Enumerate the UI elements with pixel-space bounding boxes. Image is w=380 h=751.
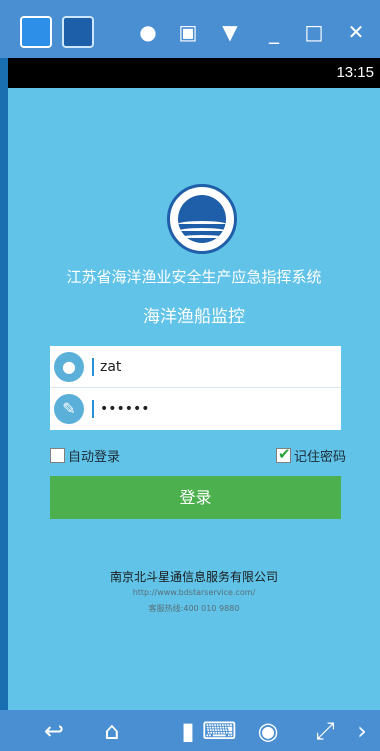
remember-password-label: 记住密码 bbox=[294, 450, 347, 465]
boat-app-icon[interactable] bbox=[62, 16, 94, 48]
emulator-nav-bar: ↩ ⌂ ▮ ⌨ ◉ ⤢ › bbox=[0, 710, 380, 751]
username-field: ● bbox=[50, 346, 341, 388]
eye-icon[interactable]: ◉ bbox=[252, 718, 284, 744]
check-icon: ✔ bbox=[278, 445, 291, 463]
download-icon[interactable]: ▼ bbox=[218, 20, 242, 44]
system-name: 海洋渔船监控 bbox=[143, 307, 245, 327]
home-app-icon[interactable] bbox=[20, 16, 52, 48]
home-icon[interactable]: ⌂ bbox=[92, 718, 132, 744]
keyboard-icon[interactable]: ⌨ bbox=[202, 718, 237, 744]
minimize-icon[interactable]: _ bbox=[262, 20, 286, 44]
field-divider bbox=[92, 400, 94, 418]
emulator-toolbar: ● ▣ ▼ _ □ ✕ bbox=[0, 0, 380, 58]
org-name: 江苏省海洋渔业安全生产应急指挥系统 bbox=[66, 268, 322, 286]
app-screen: 江苏省海洋渔业安全生产应急指挥系统 海洋渔船监控 ● ✎ 自动登录 ✔ 记住密码… bbox=[8, 88, 380, 710]
status-bar: 13:15 bbox=[8, 58, 380, 88]
hotline: 客服热线:400 010 9880 bbox=[148, 604, 240, 613]
login-form: ● ✎ bbox=[50, 346, 341, 430]
remember-password-checkbox[interactable]: ✔ 记住密码 bbox=[276, 445, 347, 465]
shirt-icon[interactable]: ▣ bbox=[176, 20, 200, 44]
password-input[interactable] bbox=[100, 397, 330, 421]
location-icon[interactable]: ● bbox=[136, 20, 160, 44]
checkbox-box[interactable] bbox=[50, 448, 65, 463]
login-button[interactable]: 登录 bbox=[50, 476, 341, 519]
checkbox-box[interactable]: ✔ bbox=[276, 445, 291, 463]
fullscreen-icon[interactable]: ⤢ bbox=[310, 718, 340, 744]
username-input[interactable] bbox=[100, 355, 330, 379]
field-divider bbox=[92, 358, 94, 376]
status-time: 13:15 bbox=[336, 64, 374, 81]
phone-icon[interactable]: ▮ bbox=[176, 718, 200, 744]
password-field: ✎ bbox=[50, 388, 341, 430]
close-icon[interactable]: ✕ bbox=[344, 20, 368, 44]
back-icon[interactable]: ↩ bbox=[34, 718, 74, 744]
maximize-icon[interactable]: □ bbox=[302, 20, 326, 44]
user-icon: ● bbox=[54, 352, 84, 382]
company-url[interactable]: http://www.bdstarservice.com/ bbox=[8, 588, 380, 597]
logo-icon bbox=[167, 184, 237, 254]
auto-login-checkbox[interactable]: 自动登录 bbox=[50, 446, 120, 465]
key-icon: ✎ bbox=[54, 394, 84, 424]
company-name: 南京北斗星通信息服务有限公司 bbox=[109, 570, 278, 584]
auto-login-label: 自动登录 bbox=[68, 450, 121, 465]
chevron-right-icon[interactable]: › bbox=[352, 718, 372, 744]
